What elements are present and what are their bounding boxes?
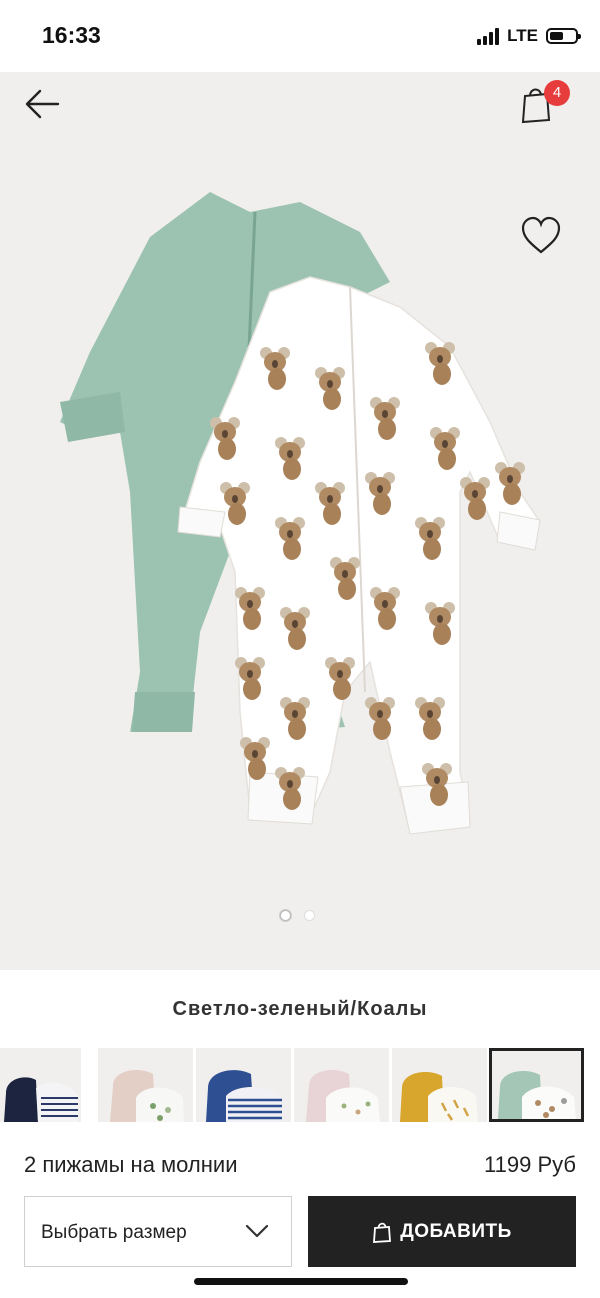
add-to-bag-label: ДОБАВИТЬ bbox=[400, 1220, 512, 1242]
shopping-bag-button[interactable]: 4 bbox=[516, 80, 570, 124]
add-to-bag-button[interactable]: ДОБАВИТЬ bbox=[308, 1196, 576, 1267]
product-info: 2 пижамы на молнии 1199 Руб bbox=[0, 1122, 600, 1196]
network-label: LTE bbox=[507, 26, 538, 45]
gallery-dot[interactable] bbox=[304, 910, 315, 921]
swatch-light-green-koalas[interactable] bbox=[489, 1048, 584, 1122]
product-name: 2 пижамы на молнии bbox=[24, 1152, 238, 1177]
signal-icon bbox=[477, 27, 500, 45]
status-icons: LTE bbox=[477, 26, 581, 46]
favorite-button[interactable] bbox=[520, 216, 562, 256]
status-bar: 16:33 LTE bbox=[0, 0, 600, 72]
swatch-navy-stripe[interactable] bbox=[0, 1048, 81, 1122]
gallery-pagination bbox=[280, 910, 315, 921]
gallery-dot-active[interactable] bbox=[280, 910, 291, 921]
size-select-label: Выбрать размер bbox=[41, 1222, 187, 1243]
shopping-bag-icon bbox=[373, 1222, 392, 1243]
status-time: 16:33 bbox=[42, 22, 101, 48]
swatch-thumbnail bbox=[110, 1070, 184, 1122]
back-button[interactable] bbox=[22, 86, 62, 122]
swatch-thumbnail bbox=[400, 1072, 478, 1122]
chevron-down-icon bbox=[245, 1224, 269, 1238]
product-image[interactable]: 4 bbox=[0, 72, 600, 970]
size-select[interactable]: Выбрать размер bbox=[24, 1196, 292, 1267]
pajamas-illustration bbox=[60, 192, 542, 835]
product-price: 1199 Руб bbox=[484, 1152, 576, 1177]
swatch-thumbnail bbox=[498, 1071, 576, 1119]
color-name: Светло-зеленый/Коалы bbox=[172, 998, 428, 1020]
heart-icon bbox=[521, 216, 561, 254]
swatch-light-pink-print[interactable] bbox=[294, 1048, 389, 1122]
battery-icon bbox=[546, 28, 581, 44]
arrow-left-icon bbox=[25, 89, 60, 119]
swatch-pink-print[interactable] bbox=[98, 1048, 193, 1122]
color-swatches bbox=[0, 1048, 600, 1122]
swatch-blue-stripe[interactable] bbox=[196, 1048, 291, 1122]
swatch-mustard-print[interactable] bbox=[392, 1048, 487, 1122]
swatch-thumbnail bbox=[206, 1070, 282, 1122]
swatch-thumbnail bbox=[4, 1077, 78, 1122]
swatch-thumbnail bbox=[306, 1070, 380, 1122]
bag-count-badge: 4 bbox=[544, 80, 570, 106]
home-indicator[interactable] bbox=[194, 1278, 408, 1285]
